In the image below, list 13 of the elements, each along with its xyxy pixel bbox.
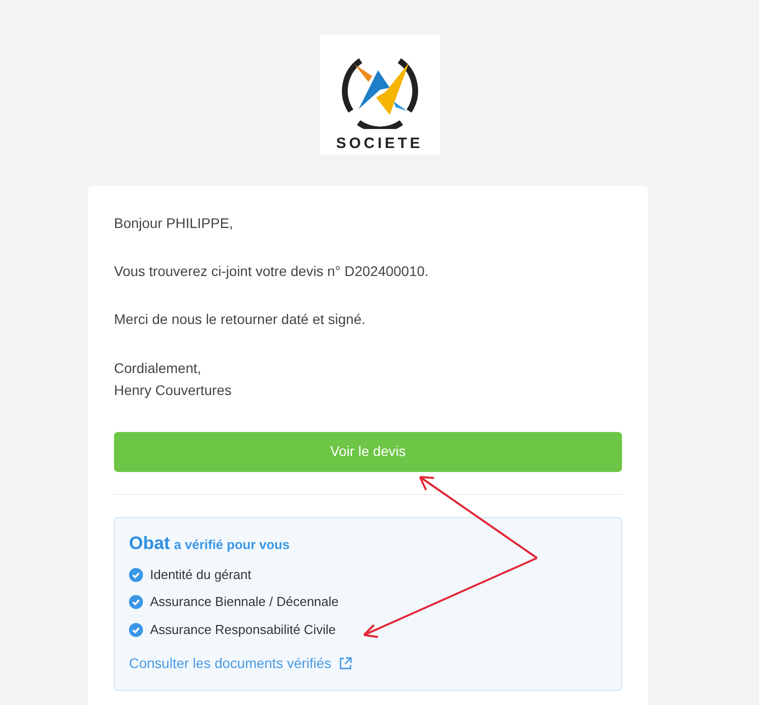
greeting-text: Bonjour PHILIPPE, xyxy=(114,214,234,232)
documents-link[interactable]: Consulter les documents vérifiés xyxy=(129,653,352,674)
view-quote-button[interactable]: Voir le devis xyxy=(114,432,622,472)
verification-heading: a vérifié pour vous xyxy=(174,536,290,554)
verified-item-text: Assurance Biennale / Décennale xyxy=(150,593,339,612)
verified-item-text: Assurance Responsabilité Civile xyxy=(150,620,336,639)
message-text: Merci de nous le retourner daté et signé. xyxy=(114,310,366,329)
verified-item-text: Identité du gérant xyxy=(150,566,252,584)
signature-text: Henry Couvertures xyxy=(114,380,232,399)
logo-text: SOCIETE xyxy=(336,134,423,154)
closing-text: Cordialement, xyxy=(114,358,202,377)
brand-text: Obat xyxy=(129,532,170,555)
message-text: Vous trouverez ci-joint votre devis n° D202400010. xyxy=(114,262,430,280)
